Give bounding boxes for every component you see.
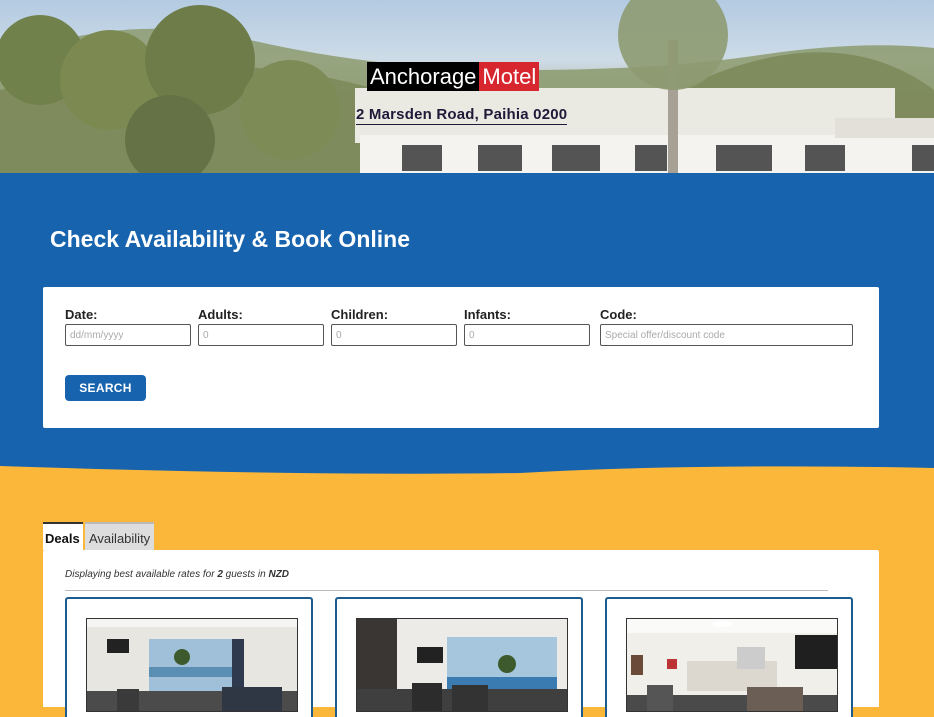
results-note: Displaying best available rates for 2 gu… (65, 569, 289, 580)
tab-deals[interactable]: Deals (43, 522, 83, 550)
currency-code: NZD (268, 569, 290, 580)
motel-logo[interactable]: Anchorage Motel (367, 62, 540, 91)
results-note-prefix: Displaying best available rates for (65, 569, 218, 580)
booking-title: Check Availability & Book Online (50, 226, 410, 252)
infants-label: Infants: (464, 307, 511, 322)
tab-availability[interactable]: Availability (85, 522, 154, 550)
search-button[interactable]: SEARCH (65, 375, 146, 401)
date-input[interactable] (65, 324, 191, 346)
room-photo[interactable] (86, 618, 298, 712)
room-photo[interactable] (356, 618, 568, 712)
logo-text-anchorage: Anchorage (367, 62, 480, 91)
room-card[interactable] (605, 597, 853, 717)
children-input[interactable] (331, 324, 457, 346)
logo-text-motel: Motel (479, 62, 540, 91)
deals-panel: Displaying best available rates for 2 gu… (43, 550, 879, 717)
children-label: Children: (331, 307, 389, 322)
address-link[interactable]: 2 Marsden Road, Paihia 0200 (356, 106, 568, 125)
code-label: Code: (600, 307, 637, 322)
code-input[interactable] (600, 324, 853, 346)
adults-input[interactable] (198, 324, 324, 346)
hero-banner: Anchorage Motel 2 Marsden Road, Paihia 0… (0, 0, 934, 173)
date-label: Date: (65, 307, 98, 322)
room-photo[interactable] (626, 618, 838, 712)
adults-label: Adults: (198, 307, 243, 322)
infants-input[interactable] (464, 324, 590, 346)
room-card[interactable] (65, 597, 313, 717)
divider (65, 590, 828, 591)
booking-form: Date: Adults: Children: Infants: Code: S… (43, 287, 879, 428)
room-card[interactable] (335, 597, 583, 717)
results-note-middle: guests in (222, 569, 269, 580)
